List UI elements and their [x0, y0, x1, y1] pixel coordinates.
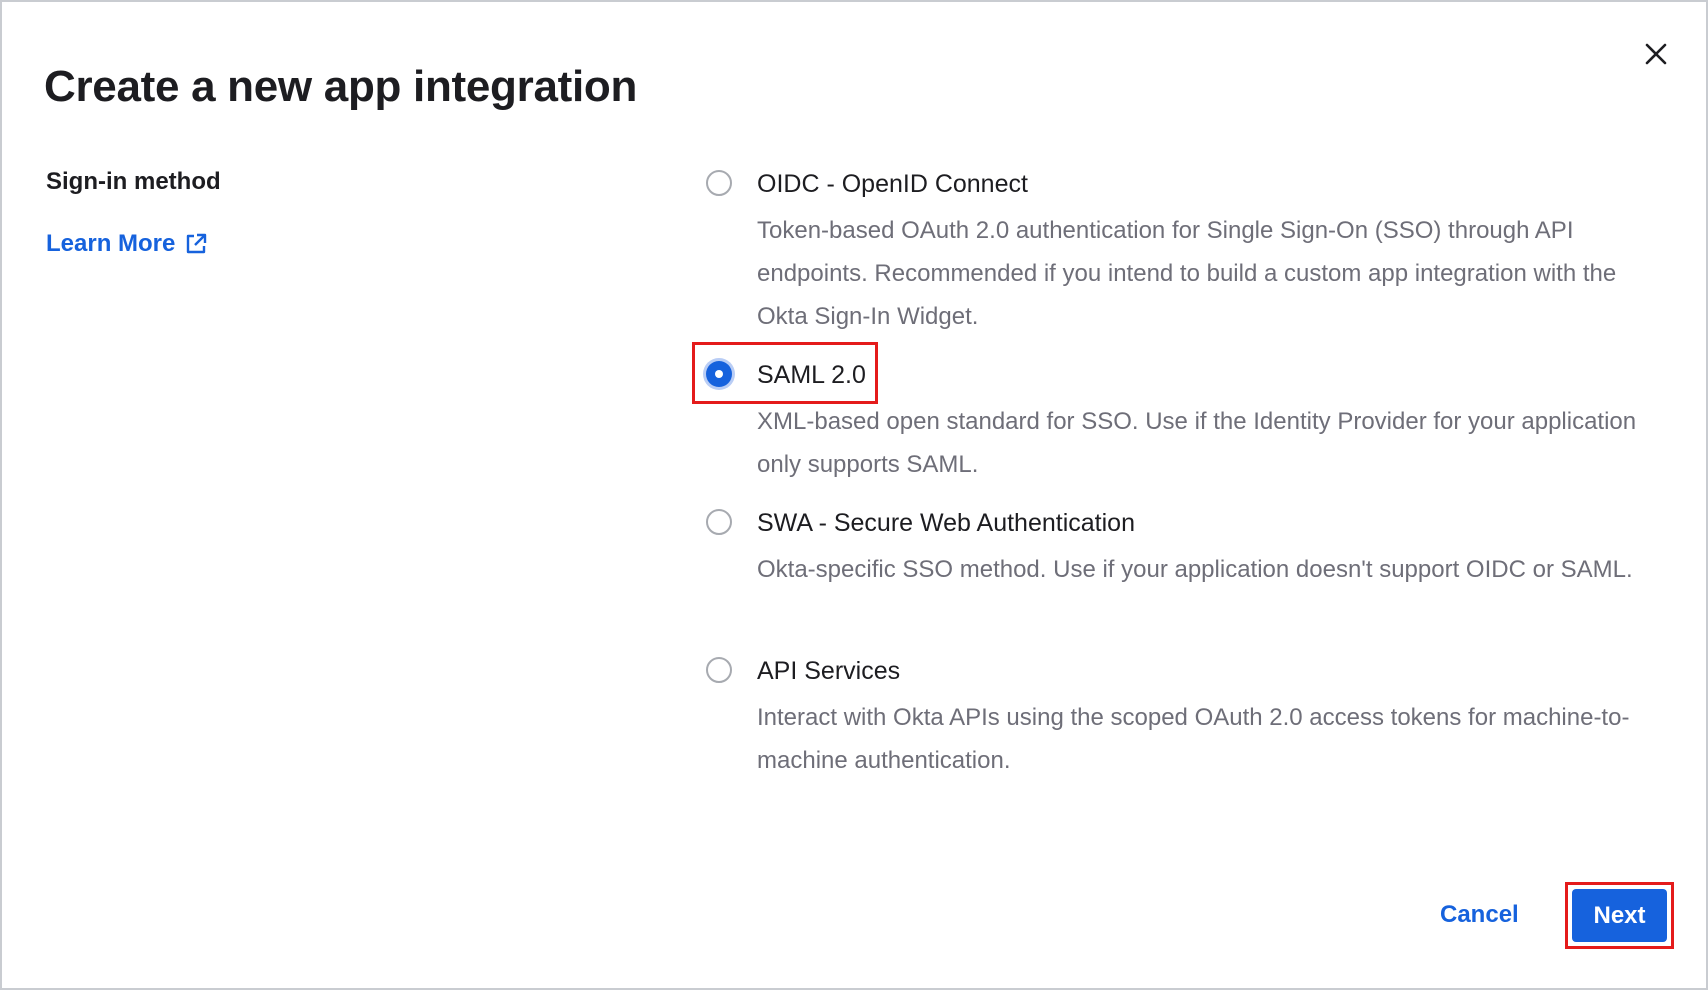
create-app-integration-dialog: Create a new app integration Sign-in met… — [0, 0, 1708, 990]
sign-in-method-section: Sign-in method Learn More — [46, 168, 221, 257]
sign-in-method-label: Sign-in method — [46, 168, 221, 195]
next-button[interactable]: Next — [1572, 889, 1667, 942]
learn-more-label: Learn More — [46, 230, 176, 257]
close-icon — [1645, 43, 1667, 65]
option-saml-label[interactable]: SAML 2.0 — [757, 360, 866, 390]
radio-swa[interactable] — [706, 509, 732, 535]
option-oidc-description: Token-based OAuth 2.0 authentication for… — [757, 217, 1617, 330]
radio-api-services[interactable] — [706, 657, 732, 683]
next-highlight-box: Next — [1565, 882, 1674, 949]
option-api-services-label[interactable]: API Services — [757, 656, 900, 686]
option-api-services-description: Interact with Okta APIs using the scoped… — [757, 704, 1630, 774]
external-link-icon — [187, 233, 207, 254]
option-saml-description: XML-based open standard for SSO. Use if … — [757, 408, 1637, 478]
option-swa-description: Okta-specific SSO method. Use if your ap… — [757, 556, 1633, 583]
option-oidc-label[interactable]: OIDC - OpenID Connect — [757, 169, 1028, 199]
learn-more-link[interactable]: Learn More — [46, 230, 207, 258]
cancel-button[interactable]: Cancel — [1426, 895, 1533, 935]
close-button[interactable] — [1638, 36, 1674, 72]
radio-saml[interactable] — [706, 361, 732, 387]
radio-oidc[interactable] — [706, 170, 732, 196]
dialog-title: Create a new app integration — [44, 62, 638, 111]
option-swa-label[interactable]: SWA - Secure Web Authentication — [757, 508, 1135, 538]
